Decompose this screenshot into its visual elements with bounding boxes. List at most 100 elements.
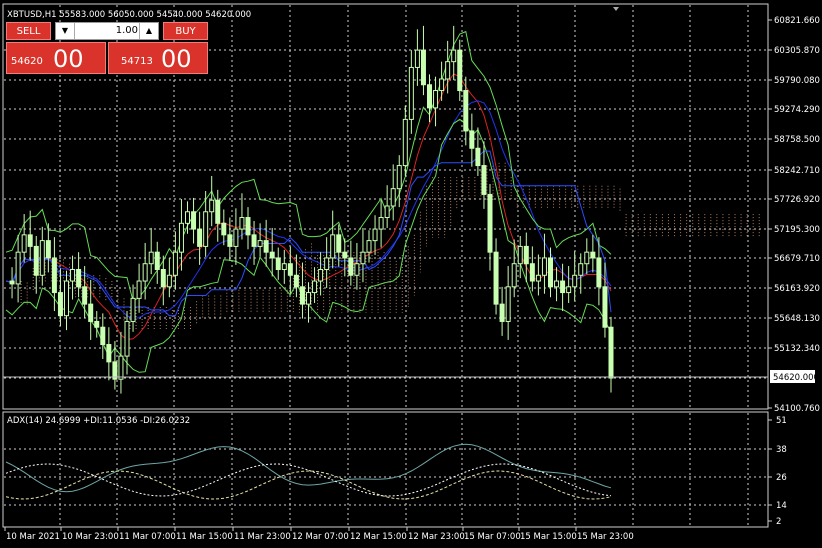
price-axis: 60821.660 60305.870 59790.080 59274.290 5875…: [768, 16, 820, 414]
candle-body: [590, 251, 596, 259]
price-tick-label: 57726.920: [774, 195, 820, 205]
candle-body: [197, 228, 203, 247]
indicator-plot-border: [2, 411, 769, 528]
time-tick-label: 11 Mar 07:00: [119, 532, 176, 542]
sell-price-main: 54620: [11, 56, 43, 67]
candle-body: [463, 90, 469, 132]
shift-marker-icon[interactable]: [613, 7, 619, 11]
candle-body: [330, 234, 336, 259]
candle-body: [227, 234, 233, 247]
candle-body: [523, 245, 529, 265]
price-chart[interactable]: 54620.000 XBTUSD,H1 55583.000 56050.000 …: [0, 0, 822, 544]
candle-body: [493, 251, 499, 305]
candle-body: [420, 49, 426, 86]
candle-body: [517, 245, 523, 265]
candle-body: [148, 251, 154, 265]
current-price-label: 54620.000: [773, 373, 819, 383]
indicator-tick-label: 26: [776, 473, 787, 483]
candle-body: [154, 251, 160, 270]
price-tick-label: 58758.500: [774, 135, 820, 145]
candle-body: [554, 280, 560, 288]
indicator-tick-label: 38: [776, 445, 787, 455]
sell-price-pips: 00: [53, 45, 84, 73]
sell-price-box[interactable]: 54620 00: [6, 42, 106, 74]
candle-body: [578, 263, 584, 276]
candle-body: [354, 263, 360, 276]
lot-size-stepper[interactable]: ▼ 1.00 ▲: [55, 22, 159, 40]
price-tick-label: 59790.080: [774, 76, 820, 86]
candle-body: [535, 274, 541, 282]
buy-button[interactable]: BUY: [163, 22, 208, 40]
candle-body: [39, 240, 45, 276]
candle-body: [15, 251, 21, 285]
indicator-tick-label: 14: [776, 501, 787, 511]
time-tick-label: 15 Mar 15:00: [520, 532, 577, 542]
time-tick-label: 12 Mar 07:00: [292, 532, 349, 542]
candle-body: [191, 211, 197, 230]
price-tick-label: 60305.870: [774, 46, 820, 56]
candle-body: [275, 257, 281, 270]
candle-body: [64, 280, 69, 317]
candle-body: [348, 257, 354, 276]
sell-button[interactable]: SELL: [6, 22, 51, 40]
candle-body: [457, 49, 463, 92]
candle-body: [130, 297, 136, 322]
buy-price-box[interactable]: 54713 00: [108, 42, 208, 74]
candle-body: [505, 286, 511, 322]
candle-body: [215, 199, 221, 224]
buy-price-main: 54713: [121, 56, 153, 67]
candle-body: [51, 257, 57, 294]
symbol-header: XBTUSD,H1 55583.000 56050.000 54540.000 …: [7, 10, 251, 20]
candle-body: [402, 118, 408, 167]
candle-body: [312, 280, 318, 294]
candle-body: [529, 263, 535, 282]
candle-body: [499, 303, 505, 322]
candle-body: [57, 292, 63, 317]
price-tick-label: 55132.340: [774, 344, 820, 354]
candle-body: [384, 205, 390, 219]
price-tick-label: 57195.300: [774, 225, 820, 235]
candle-body: [76, 268, 82, 288]
candle-body: [269, 251, 275, 259]
time-tick-label: 15 Mar 23:00: [577, 532, 634, 542]
indicator-axis: 51 38 26 14 2: [768, 416, 787, 527]
lot-increase-icon[interactable]: ▲: [139, 23, 158, 39]
candle-body: [427, 84, 432, 109]
candle-body: [306, 292, 311, 305]
candle-body: [481, 165, 487, 195]
candle-body: [445, 61, 451, 80]
candle-body: [142, 263, 148, 282]
price-tick-label: 56679.710: [774, 254, 820, 264]
lot-size-input[interactable]: 1.00: [76, 23, 138, 39]
candle-body: [94, 320, 100, 328]
minus-di-line: [5, 463, 612, 497]
candles: [9, 25, 614, 394]
candle-body: [118, 355, 124, 380]
candle-body: [293, 274, 299, 288]
candle-body: [70, 268, 76, 282]
candle-body: [160, 268, 166, 288]
candle-body: [475, 147, 481, 167]
candle-body: [263, 240, 269, 253]
candle-body: [82, 286, 88, 305]
candle-body: [172, 251, 178, 276]
one-click-trading-panel: SELL ▼ 1.00 ▲ BUY 54620 00 54713 00: [6, 22, 208, 74]
candle-body: [541, 257, 547, 276]
buy-price-pips: 00: [161, 45, 192, 73]
price-tick-label: 58242.710: [774, 166, 820, 176]
time-tick-label: 15 Mar 07:00: [464, 532, 521, 542]
lot-decrease-icon[interactable]: ▼: [56, 23, 75, 39]
candle-body: [33, 245, 39, 276]
time-tick-label: 11 Mar 23:00: [234, 532, 291, 542]
candle-body: [185, 211, 190, 224]
chart-window: 54620.000 XBTUSD,H1 55583.000 56050.000 …: [0, 0, 822, 544]
candle-body: [9, 280, 15, 285]
candle-body: [511, 263, 517, 288]
candle-body: [299, 286, 305, 305]
candle-body: [451, 49, 457, 63]
adx-lines: [5, 443, 612, 500]
time-axis: 10 Mar 2021 10 Mar 23:00 11 Mar 07:00 11 Ma…: [4, 527, 634, 542]
candle-body: [596, 257, 602, 288]
candle-body: [239, 217, 245, 230]
candle-body: [414, 49, 420, 68]
